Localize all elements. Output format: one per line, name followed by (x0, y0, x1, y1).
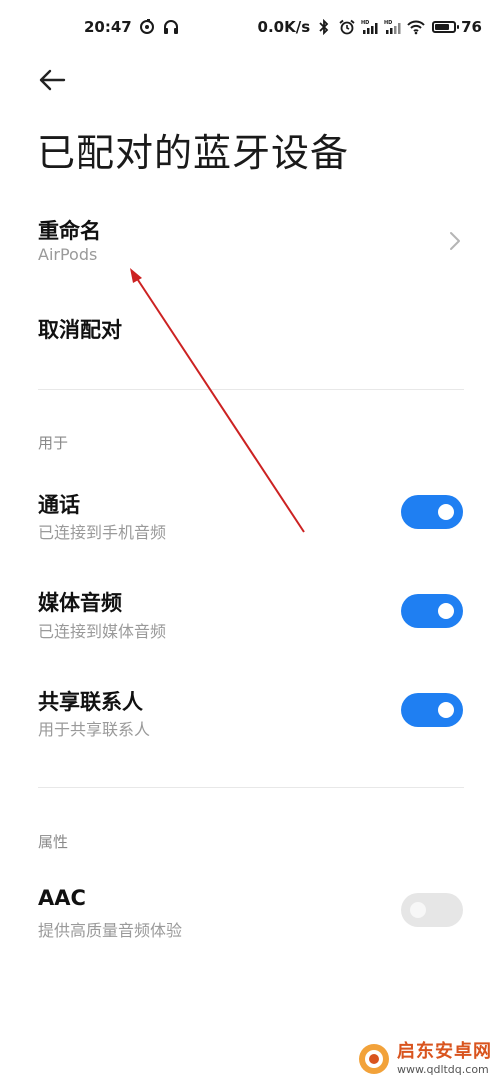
toggle-switch-media-audio[interactable] (401, 594, 463, 628)
toggle-switch-share-contacts[interactable] (401, 693, 463, 727)
toggle-knob (438, 702, 454, 718)
watermark: 启东安卓网 www.qdltdq.com (357, 1042, 492, 1076)
section-divider (38, 787, 464, 788)
back-button[interactable] (36, 64, 72, 96)
svg-text:HD: HD (361, 20, 369, 26)
setting-title: AAC (38, 886, 86, 910)
status-bar: 20:47 0.0K/s HD HD 76 (0, 0, 500, 58)
setting-row-call[interactable]: 通话 已连接到手机音频 (0, 478, 500, 558)
setting-row-aac[interactable]: AAC 提供高质量音频体验 (0, 876, 500, 956)
wifi-icon (407, 19, 425, 35)
svg-text:HD: HD (384, 20, 392, 26)
device-name-value: AirPods (38, 245, 98, 264)
status-time: 20:47 (84, 18, 132, 36)
setting-title: 通话 (38, 493, 80, 517)
watermark-name: 启东安卓网 (397, 1041, 492, 1062)
status-bar-left: 20:47 (84, 18, 180, 36)
unpair-label: 取消配对 (38, 318, 122, 342)
rename-row[interactable]: 重命名 AirPods (0, 205, 500, 280)
section-label-usage: 用于 (38, 434, 69, 452)
setting-subtitle: 提供高质量音频体验 (38, 921, 183, 940)
alarm-icon (338, 19, 356, 35)
arrow-left-icon (39, 69, 66, 91)
toggle-knob (438, 603, 454, 619)
watermark-logo-icon (357, 1042, 391, 1076)
setting-row-media-audio[interactable]: 媒体音频 已连接到媒体音频 (0, 577, 500, 657)
bluetooth-device-settings-screen: 20:47 0.0K/s HD HD 76 已配对的蓝牙设备 重命名 AirPo… (0, 0, 500, 1084)
toggle-switch-aac[interactable] (401, 893, 463, 927)
watermark-url: www.qdltdq.com (397, 1063, 489, 1076)
hd-signal-icon: HD (384, 19, 402, 35)
toggle-knob (438, 504, 454, 520)
setting-subtitle: 用于共享联系人 (38, 720, 151, 739)
network-speed: 0.0K/s (257, 18, 311, 36)
unpair-row[interactable]: 取消配对 (0, 300, 500, 360)
status-bar-right: 0.0K/s HD HD 76 (258, 18, 482, 36)
toggle-switch-call[interactable] (401, 495, 463, 529)
setting-subtitle: 已连接到手机音频 (38, 523, 167, 542)
battery-icon (432, 21, 460, 33)
battery-fill (435, 24, 450, 30)
setting-title: 媒体音频 (38, 591, 122, 615)
headset-icon (162, 19, 180, 35)
setting-title: 共享联系人 (38, 690, 143, 714)
hd-signal-icon: HD (361, 19, 379, 35)
rename-label: 重命名 (38, 219, 101, 243)
battery-percent: 76 (461, 18, 482, 36)
section-label-properties: 属性 (38, 833, 69, 851)
setting-subtitle: 已连接到媒体音频 (38, 622, 167, 641)
chevron-right-icon (448, 231, 462, 251)
page-title: 已配对的蓝牙设备 (37, 131, 350, 175)
section-divider (38, 389, 464, 390)
watermark-text: 启东安卓网 www.qdltdq.com (397, 1041, 492, 1076)
bluetooth-icon (315, 19, 333, 35)
sync-icon (138, 19, 156, 35)
toggle-knob (410, 902, 426, 918)
setting-row-share-contacts[interactable]: 共享联系人 用于共享联系人 (0, 676, 500, 756)
